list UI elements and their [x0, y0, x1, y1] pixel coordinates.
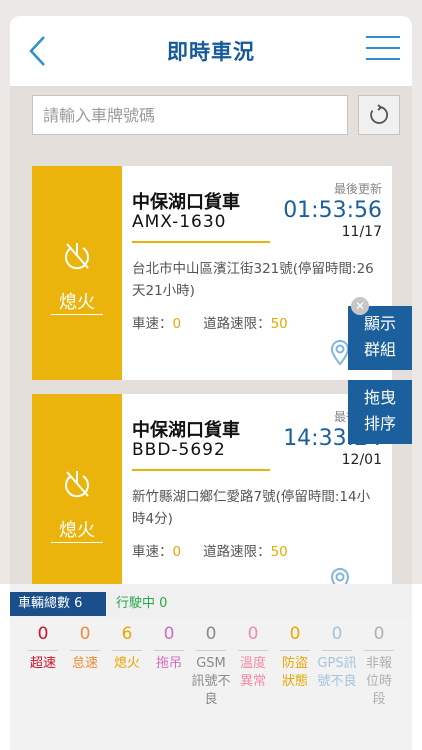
vehicle-name: 中保湖口貨車 [132, 192, 240, 213]
status-stat-count: 0 [373, 624, 385, 644]
last-update-date: 12/01 [341, 452, 382, 468]
vehicle-plate: BBD-5692 [132, 440, 226, 460]
status-stat-label: GSM訊號不良 [191, 656, 231, 707]
speed-value: 0 [172, 544, 182, 560]
status-stat-divider [28, 650, 58, 651]
status-stat-count: 0 [247, 624, 259, 644]
status-stat-label: 超速 [29, 656, 56, 671]
status-stat-label: GPS訊號不良 [317, 656, 357, 689]
plate-underline [132, 241, 270, 243]
status-stat[interactable]: 6 熄火 [106, 618, 148, 673]
search-bar [10, 86, 412, 144]
map-pin-icon[interactable] [330, 568, 350, 584]
vehicle-card[interactable]: 熄火 中保湖口貨車 BBD-5692 最後更新 14:33:24 12/01 新… [32, 394, 392, 584]
status-stat-count: 0 [37, 624, 49, 644]
speed-value: 0 [172, 316, 182, 332]
speed-limit-label: 道路速限： [203, 544, 271, 560]
close-icon[interactable]: ✕ [351, 297, 369, 315]
status-stat[interactable]: 0 超速 [22, 618, 64, 673]
status-stat-divider [112, 650, 142, 651]
vehicle-status-panel: 熄火 [32, 166, 122, 380]
status-stat-label: 非報位時段 [365, 656, 392, 707]
status-stat[interactable]: 0 拖吊 [148, 618, 190, 673]
status-stat-label: 防盜狀態 [281, 656, 308, 689]
map-pin-icon[interactable] [330, 340, 350, 366]
plate-search-input[interactable] [32, 95, 348, 135]
status-stat[interactable]: 0 溫度異常 [232, 618, 274, 691]
vehicle-card[interactable]: 熄火 中保湖口貨車 AMX-1630 最後更新 01:53:56 11/17 台… [32, 166, 392, 380]
status-stat[interactable]: 0 GSM訊號不良 [190, 618, 232, 709]
status-stat[interactable]: 0 GPS訊號不良 [316, 618, 358, 691]
status-stat-count: 6 [121, 624, 133, 644]
status-stat-count: 0 [79, 624, 91, 644]
status-stat-divider [364, 650, 394, 651]
status-stat-count: 0 [163, 624, 175, 644]
power-off-icon [65, 243, 89, 270]
status-divider [51, 314, 103, 315]
total-label: 車輛總數 [18, 596, 71, 611]
vehicle-status: 熄火 [59, 292, 95, 313]
status-stat-label: 溫度異常 [239, 656, 266, 689]
status-stat[interactable]: 0 防盜狀態 [274, 618, 316, 691]
status-stat-divider [196, 650, 226, 651]
status-stat-divider [238, 650, 268, 651]
show-group-button[interactable]: 顯示群組 [348, 306, 412, 370]
speed-limit-value: 50 [270, 316, 288, 332]
refresh-icon [370, 104, 388, 124]
vehicle-address: 新竹縣湖口鄉仁愛路7號(停留時間:14小時4分) [132, 489, 371, 527]
speed-row: 車速：0 道路速限：50 [132, 540, 288, 560]
speed-limit-value: 50 [270, 544, 288, 560]
status-stat-divider [280, 650, 310, 651]
summary-tabs: 車輛總數 6 行駛中 0 [10, 584, 412, 618]
status-stat[interactable]: 0 非報位時段 [358, 618, 400, 709]
status-stat-count: 0 [205, 624, 217, 644]
status-stat-count: 0 [289, 624, 301, 644]
moving-count: 0 [159, 596, 168, 611]
last-update-date: 11/17 [341, 224, 382, 240]
status-stat-label: 熄火 [113, 656, 140, 671]
status-stat-divider [322, 650, 352, 651]
status-stat-label: 拖吊 [155, 656, 182, 671]
last-update-time: 01:53:56 [283, 198, 382, 223]
total-count: 6 [74, 596, 83, 611]
moving-vehicles-tab[interactable]: 行駛中 0 [116, 592, 167, 616]
vehicle-name: 中保湖口貨車 [132, 420, 240, 441]
moving-label: 行駛中 [116, 596, 156, 611]
power-off-icon [65, 471, 89, 498]
status-stat[interactable]: 0 怠速 [64, 618, 106, 673]
speed-label: 車速： [132, 544, 173, 560]
status-stat-label: 怠速 [71, 656, 98, 671]
speed-label: 車速： [132, 316, 173, 332]
vehicle-status-panel: 熄火 [32, 394, 122, 584]
status-stats: 0 超速 0 怠速 6 熄火 0 拖吊 0 GSM訊號不良 0 溫度異常 0 防盜狀態 0 GPS訊號不良 0 非… [10, 618, 412, 750]
vehicle-address: 台北市中山區濱江街321號(停留時間:26天21小時) [132, 261, 374, 299]
vehicle-plate: AMX-1630 [132, 212, 227, 232]
status-stat-divider [70, 650, 100, 651]
app-header: 即時車況 [10, 16, 412, 86]
status-stat-divider [154, 650, 184, 651]
last-update-label: 最後更新 [333, 182, 382, 196]
status-divider [51, 542, 103, 543]
page-title: 即時車況 [167, 40, 255, 64]
total-vehicles-tab[interactable]: 車輛總數 6 [10, 592, 106, 616]
speed-limit-label: 道路速限： [203, 316, 271, 332]
drag-sort-button[interactable]: 拖曳排序 [348, 380, 412, 444]
summary-panel: 車輛總數 6 行駛中 0 0 超速 0 怠速 6 熄火 0 拖吊 0 GSM訊號不良 0 溫度異常 0 防… [0, 584, 422, 750]
vehicle-status: 熄火 [59, 520, 95, 541]
refresh-button[interactable] [358, 95, 400, 135]
plate-underline [132, 469, 270, 471]
speed-row: 車速：0 道路速限：50 [132, 312, 288, 332]
drag-sort-label: 拖曳排序 [363, 388, 396, 433]
status-stat-count: 0 [331, 624, 343, 644]
show-group-label: 顯示群組 [363, 314, 396, 359]
hamburger-menu-icon[interactable] [366, 36, 400, 64]
